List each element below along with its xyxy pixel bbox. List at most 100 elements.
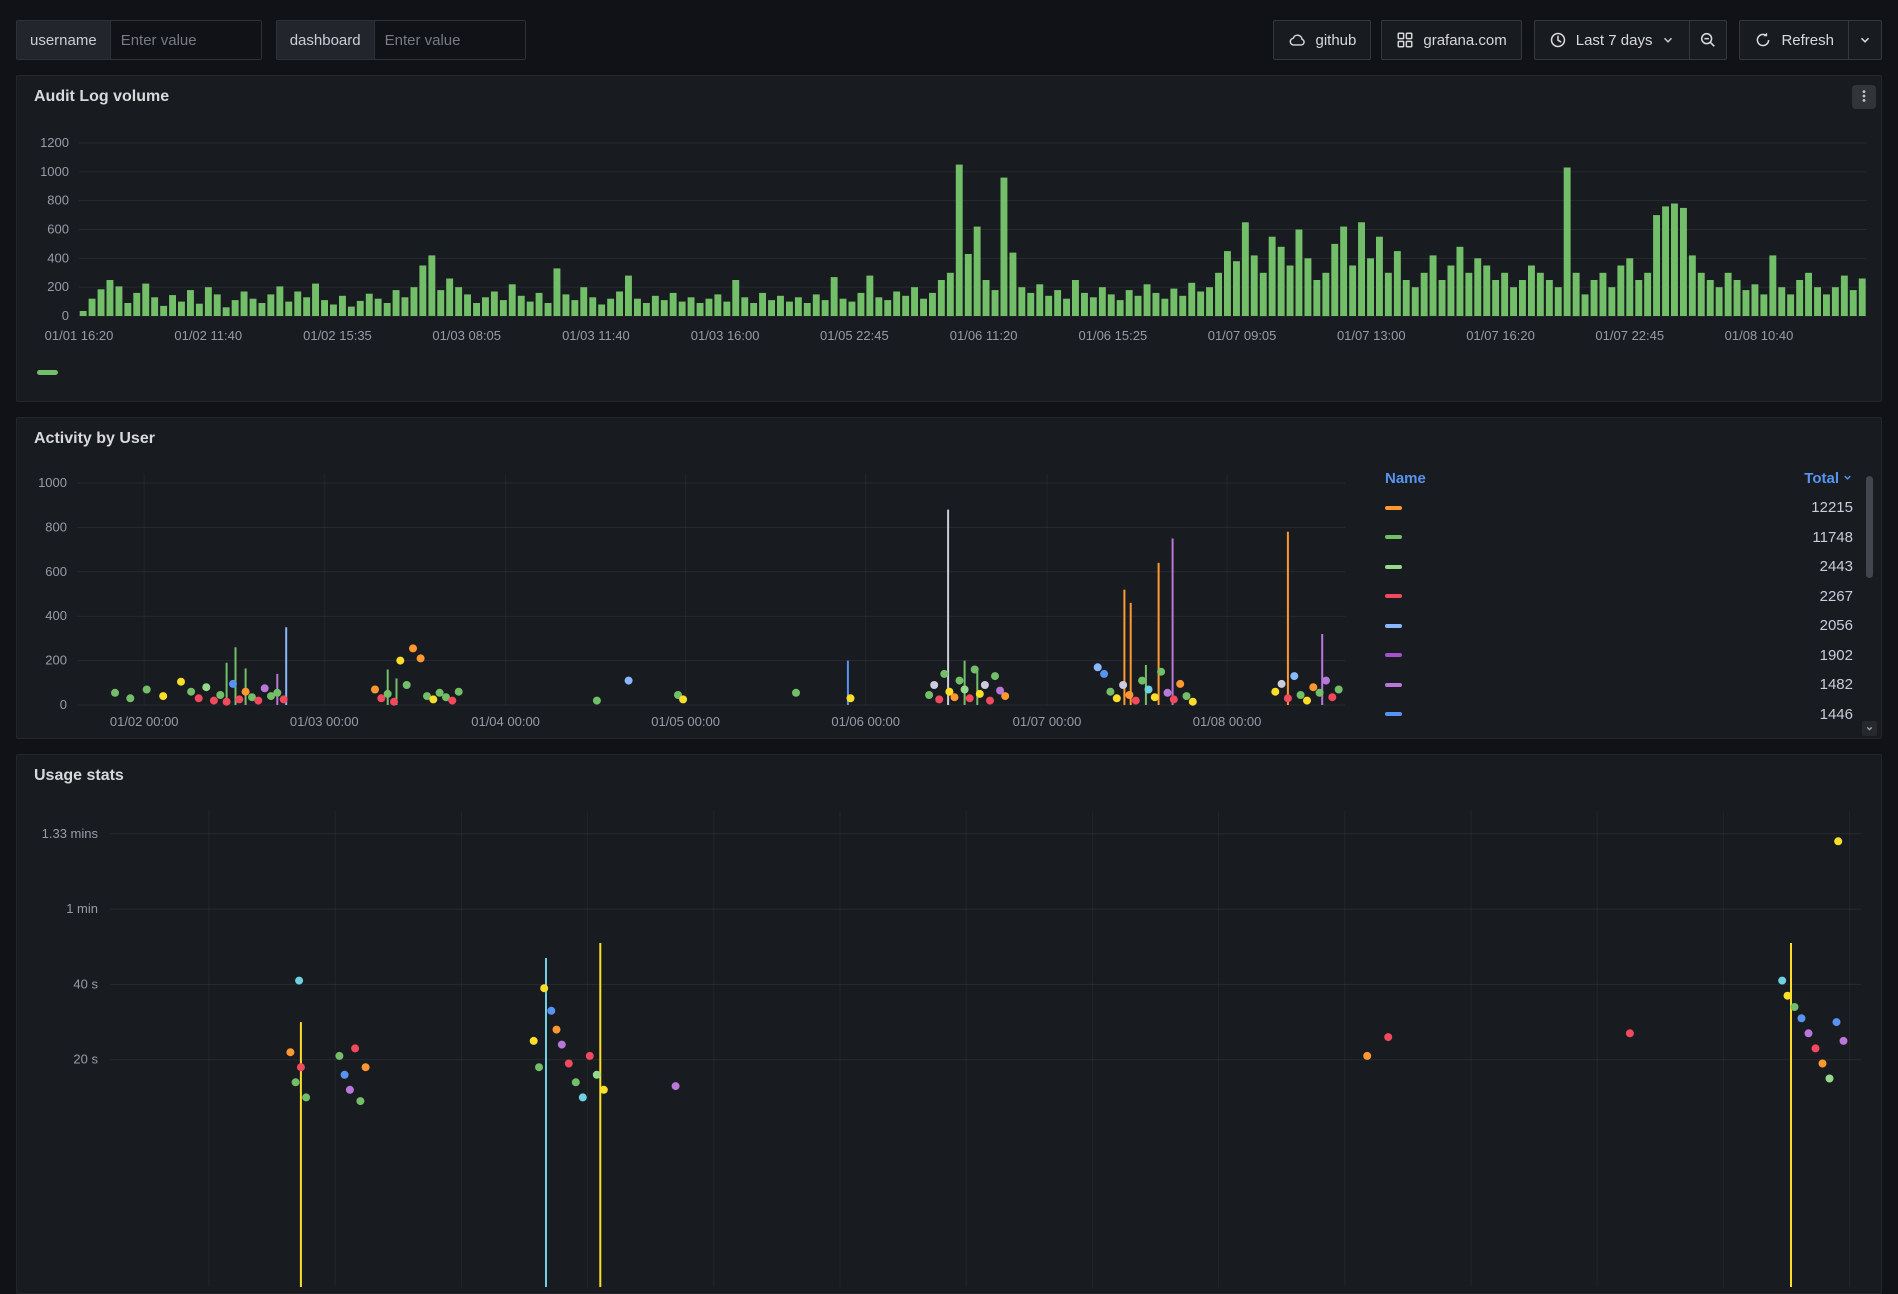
variable-username: username	[16, 20, 262, 60]
svg-text:01/08 10:40: 01/08 10:40	[1725, 328, 1794, 343]
panel-title-audit[interactable]: Audit Log volume	[34, 88, 169, 106]
svg-text:01/07 13:00: 01/07 13:00	[1337, 328, 1406, 343]
series-color-swatch	[1385, 712, 1402, 717]
refresh-group: Refresh	[1739, 20, 1882, 60]
grafana-com-button[interactable]: grafana.com	[1381, 20, 1522, 60]
zoom-out-button[interactable]	[1690, 20, 1728, 60]
variable-username-input[interactable]	[109, 20, 262, 60]
svg-text:200: 200	[47, 279, 69, 294]
github-button-label: github	[1315, 31, 1357, 49]
legend-table-row[interactable]: 1482	[1377, 670, 1879, 700]
panel-header: Usage stats	[17, 755, 1881, 797]
series-color-swatch	[1385, 594, 1402, 599]
svg-text:600: 600	[47, 222, 69, 237]
activity-scatter-chart-canvas[interactable]: 0 200 400 600 800 1000 01/02 00:00 01/03 00:00 0…	[17, 460, 1357, 738]
dashboard-toolbar: username dashboard github grafana.com La…	[16, 20, 1882, 60]
legend-table-row[interactable]: 1446	[1377, 700, 1879, 730]
sort-desc-icon	[1842, 470, 1853, 487]
panel-title-activity[interactable]: Activity by User	[34, 430, 155, 448]
chevron-down-icon	[1661, 33, 1675, 47]
legend-table-row[interactable]: 12215	[1377, 493, 1879, 523]
svg-text:20 s: 20 s	[73, 1052, 98, 1067]
variable-dashboard: dashboard	[275, 20, 526, 60]
usage-scatter-chart-canvas[interactable]: 1.33 mins 1 min 40 s 20 s	[17, 797, 1879, 1287]
svg-text:0: 0	[62, 308, 69, 323]
legend-table-row[interactable]: 2056	[1377, 611, 1879, 641]
legend-table-row[interactable]: 1902	[1377, 641, 1879, 671]
series-total: 1482	[1819, 676, 1853, 694]
panel-title-usage[interactable]: Usage stats	[34, 767, 124, 785]
time-range-picker[interactable]: Last 7 days	[1533, 20, 1691, 60]
table-scrollbar-thumb[interactable]	[1866, 476, 1873, 578]
panel-header: Activity by User	[17, 418, 1881, 460]
panel-menu-button[interactable]	[1852, 85, 1876, 109]
svg-text:01/05 00:00: 01/05 00:00	[651, 714, 720, 729]
time-controls-group: Last 7 days	[1533, 20, 1728, 60]
svg-text:600: 600	[45, 564, 67, 579]
svg-text:400: 400	[45, 608, 67, 623]
svg-text:01/01 16:20: 01/01 16:20	[45, 328, 114, 343]
svg-text:200: 200	[45, 653, 67, 668]
svg-text:01/06 11:20: 01/06 11:20	[950, 328, 1018, 343]
series-total: 12215	[1811, 499, 1853, 517]
column-header-name[interactable]: Name	[1385, 470, 1426, 487]
variable-username-label: username	[16, 20, 110, 60]
time-range-label: Last 7 days	[1575, 31, 1653, 49]
svg-text:01/03 11:40: 01/03 11:40	[562, 328, 630, 343]
svg-text:01/07 22:45: 01/07 22:45	[1595, 328, 1664, 343]
series-total: 11748	[1812, 528, 1853, 546]
svg-text:1 min: 1 min	[66, 901, 98, 916]
kebab-menu-icon	[1857, 89, 1871, 106]
panel-activity-by-user: Activity by User 0 200 400 600 800 1000 01/02 …	[16, 417, 1882, 739]
svg-text:800: 800	[45, 519, 67, 534]
panel-usage-stats: Usage stats 1.33 mins 1 min 40 s 20 s	[16, 754, 1882, 1294]
legend-table-row[interactable]: 2443	[1377, 552, 1879, 582]
panel-header: Audit Log volume	[17, 76, 1881, 118]
svg-text:0: 0	[60, 697, 67, 712]
svg-text:1200: 1200	[40, 135, 69, 150]
panel-audit-log-volume: Audit Log volume 0 200 400 600 800 1000 1200 01…	[16, 75, 1882, 402]
svg-text:01/02 00:00: 01/02 00:00	[110, 714, 179, 729]
svg-text:01/05 22:45: 01/05 22:45	[820, 328, 889, 343]
audit-bar-chart-canvas[interactable]: 0 200 400 600 800 1000 1200 01/01 16:20 01/02 11…	[17, 118, 1879, 348]
svg-text:400: 400	[47, 250, 69, 265]
legend-table-rows: 12215 11748 2443 2267 2056 1902 1482 1446	[1377, 493, 1879, 729]
apps-grid-icon	[1396, 31, 1414, 49]
activity-legend-table: Name Total 12215 11748 2443 2267 2056 1902 148…	[1377, 468, 1879, 736]
table-scrollbar-track[interactable]	[1866, 474, 1873, 716]
series-legend-swatch[interactable]	[37, 370, 58, 375]
legend-table-row[interactable]: 11748	[1377, 523, 1879, 553]
svg-text:01/04 00:00: 01/04 00:00	[471, 714, 540, 729]
legend-table-row[interactable]: 2267	[1377, 582, 1879, 612]
series-color-swatch	[1385, 623, 1402, 628]
scroll-down-icon[interactable]	[1862, 721, 1877, 736]
svg-text:1.33 mins: 1.33 mins	[42, 826, 99, 841]
svg-text:1000: 1000	[38, 475, 67, 490]
variable-dashboard-input[interactable]	[373, 20, 526, 60]
cloud-icon	[1288, 31, 1306, 49]
grafana-button-label: grafana.com	[1423, 31, 1507, 49]
svg-text:01/02 11:40: 01/02 11:40	[174, 328, 242, 343]
github-link-button[interactable]: github	[1273, 20, 1372, 60]
zoom-out-icon	[1699, 31, 1717, 49]
series-total: 2267	[1819, 587, 1853, 605]
refresh-button[interactable]: Refresh	[1739, 20, 1849, 60]
svg-text:01/07 16:20: 01/07 16:20	[1466, 328, 1535, 343]
legend-table-header: Name Total	[1377, 468, 1879, 493]
column-header-total[interactable]: Total	[1804, 470, 1853, 487]
refresh-interval-dropdown[interactable]	[1849, 20, 1882, 60]
refresh-button-label: Refresh	[1781, 31, 1834, 49]
series-total: 1446	[1819, 705, 1853, 723]
total-header-label: Total	[1804, 470, 1839, 487]
series-color-swatch	[1385, 653, 1402, 658]
refresh-icon	[1754, 31, 1772, 49]
svg-text:800: 800	[47, 193, 69, 208]
series-total: 2443	[1819, 558, 1853, 576]
clock-icon	[1549, 31, 1567, 49]
svg-text:01/02 15:35: 01/02 15:35	[303, 328, 372, 343]
svg-text:01/08 00:00: 01/08 00:00	[1193, 714, 1262, 729]
activity-panel-body: 0 200 400 600 800 1000 01/02 00:00 01/03 00:00 0…	[17, 460, 1881, 738]
variable-dashboard-label: dashboard	[275, 20, 374, 60]
svg-text:01/07 00:00: 01/07 00:00	[1013, 714, 1082, 729]
svg-text:01/06 00:00: 01/06 00:00	[831, 714, 900, 729]
